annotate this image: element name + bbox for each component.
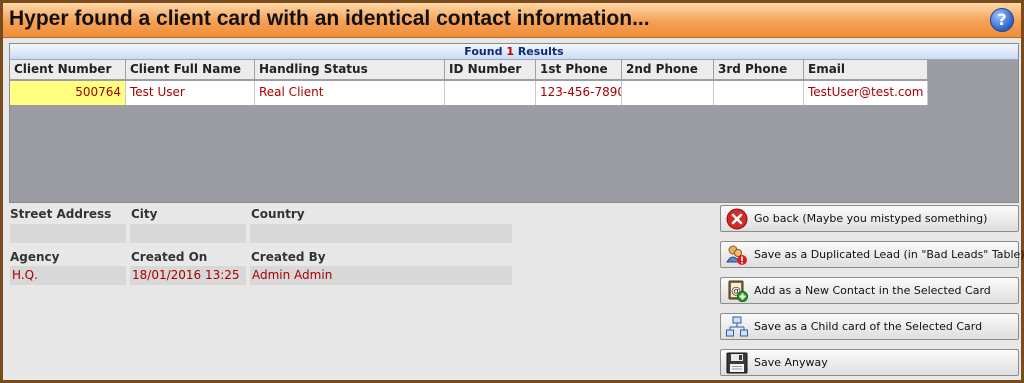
agency-value: H.Q. <box>10 266 126 285</box>
child-card-icon <box>726 316 748 337</box>
agency-label: Agency <box>10 250 60 264</box>
created-on-value: 18/01/2016 13:25 <box>130 266 246 285</box>
column-header-client-number[interactable]: Client Number <box>10 60 126 80</box>
street-address-value <box>10 224 126 243</box>
cell-client-full-name[interactable]: Test User <box>126 81 255 105</box>
city-label: City <box>131 207 158 221</box>
created-by-label: Created By <box>251 250 326 264</box>
column-header-2nd-phone[interactable]: 2nd Phone <box>622 60 714 80</box>
column-header-client-full-name[interactable]: Client Full Name <box>126 60 255 80</box>
column-header-id-number[interactable]: ID Number <box>445 60 536 80</box>
cell-handling-status[interactable]: Real Client <box>255 81 445 105</box>
save-child-card-label: Save as a Child card of the Selected Car… <box>754 320 983 333</box>
save-child-card-button[interactable]: Save as a Child card of the Selected Car… <box>720 313 1019 340</box>
save-anyway-label: Save Anyway <box>754 356 828 369</box>
duplicate-lead-icon <box>726 245 747 265</box>
add-contact-icon: @ <box>728 280 748 302</box>
created-on-label: Created On <box>131 250 208 264</box>
save-anyway-button[interactable]: Save Anyway <box>720 349 1019 376</box>
country-value <box>250 224 512 243</box>
street-address-label: Street Address <box>10 207 112 221</box>
column-header-3rd-phone[interactable]: 3rd Phone <box>714 60 804 80</box>
cell-client-number[interactable]: 500764 <box>10 81 126 105</box>
column-header-handling-status[interactable]: Handling Status <box>255 60 445 80</box>
table-row[interactable]: 500764 Test User Real Client 123-456-789… <box>10 81 928 105</box>
cell-2nd-phone[interactable] <box>622 81 714 105</box>
cell-id-number[interactable] <box>445 81 536 105</box>
city-value <box>130 224 246 243</box>
dialog-titlebar: Hyper found a client card with an identi… <box>3 3 1021 38</box>
cancel-icon <box>726 208 748 230</box>
results-prefix: Found <box>464 45 503 58</box>
cell-3rd-phone[interactable] <box>714 81 804 105</box>
country-label: Country <box>251 207 305 221</box>
duplicate-found-dialog: Hyper found a client card with an identi… <box>0 0 1024 383</box>
column-header-1st-phone[interactable]: 1st Phone <box>536 60 622 80</box>
help-icon[interactable]: ? <box>990 8 1014 32</box>
results-count-bar: Found 1 Results <box>10 44 1018 60</box>
go-back-button[interactable]: Go back (Maybe you mistyped something) <box>720 205 1019 232</box>
dialog-title: Hyper found a client card with an identi… <box>9 7 650 30</box>
add-new-contact-label: Add as a New Contact in the Selected Car… <box>754 284 991 297</box>
go-back-label: Go back (Maybe you mistyped something) <box>754 212 988 225</box>
save-duplicated-lead-label: Save as a Duplicated Lead (in "Bad Leads… <box>754 248 1024 261</box>
add-new-contact-button[interactable]: @ Add as a New Contact in the Selected C… <box>720 277 1019 304</box>
column-header-email[interactable]: Email <box>804 60 928 80</box>
floppy-disk-icon <box>726 352 748 374</box>
cell-email[interactable]: TestUser@test.com <box>804 81 928 105</box>
results-grid: Found 1 Results Client Number Client Ful… <box>9 43 1019 203</box>
save-duplicated-lead-button[interactable]: Save as a Duplicated Lead (in "Bad Leads… <box>720 241 1024 268</box>
results-suffix: Results <box>517 45 564 58</box>
cell-1st-phone[interactable]: 123-456-7890 <box>536 81 622 105</box>
results-count: 1 <box>506 45 514 58</box>
created-by-value: Admin Admin <box>250 266 512 285</box>
grid-header: Client Number Client Full Name Handling … <box>10 60 928 80</box>
